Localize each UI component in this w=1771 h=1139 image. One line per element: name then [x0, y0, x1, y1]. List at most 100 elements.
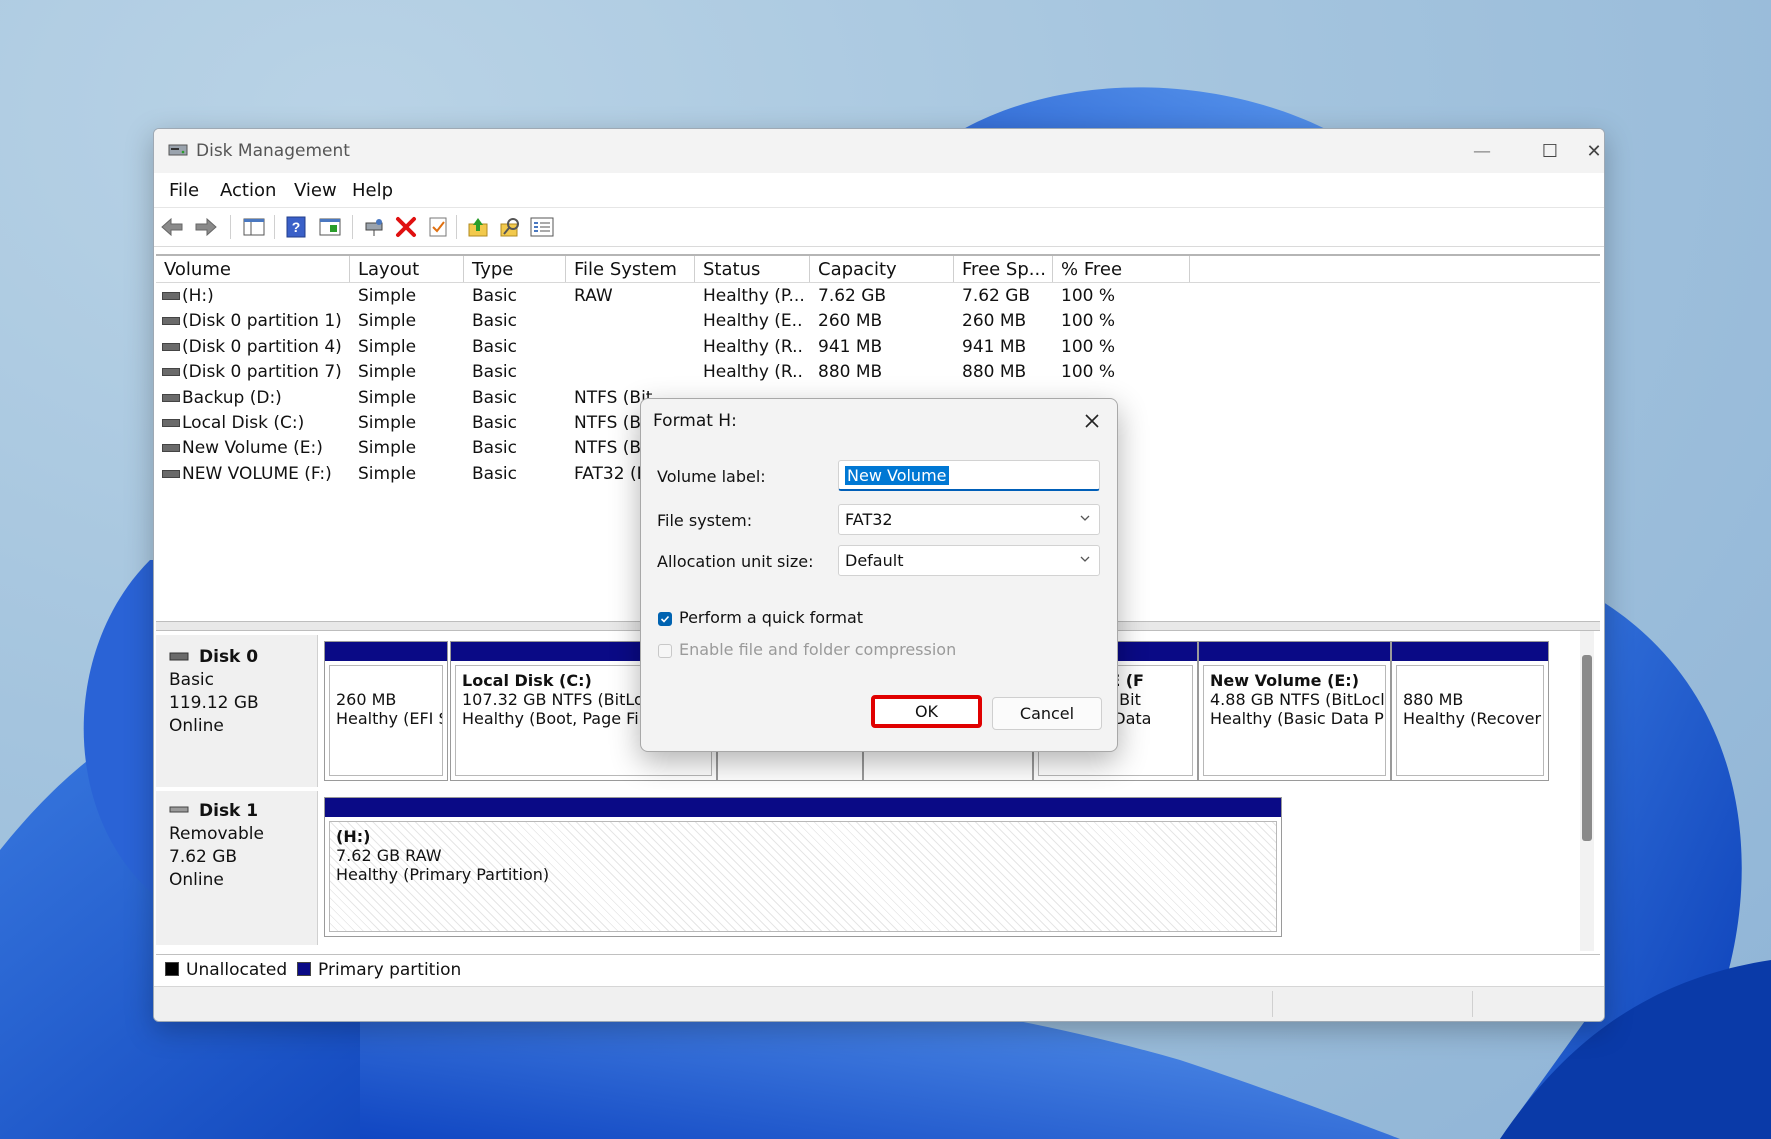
- toolbar-separator: [274, 215, 275, 239]
- forward-button[interactable]: [194, 216, 218, 238]
- close-button[interactable]: ✕: [1584, 129, 1604, 173]
- partition-status: Healthy (EFI S: [336, 709, 443, 728]
- toolbar-separator: [456, 215, 457, 239]
- chevron-down-icon: [1080, 556, 1090, 562]
- column-header-layout[interactable]: Layout: [350, 256, 464, 282]
- table-cell: NEW VOLUME (F:): [182, 463, 332, 484]
- column-header-percent-free[interactable]: % Free: [1053, 256, 1190, 282]
- back-arrow-icon: [161, 217, 183, 237]
- partition-status: Healthy (Basic Data P: [1210, 709, 1384, 728]
- volume-label-input[interactable]: New Volume: [838, 460, 1100, 491]
- disk-icon: [169, 652, 189, 661]
- compression-checkbox[interactable]: [658, 644, 672, 658]
- chevron-down-icon: [1080, 515, 1090, 521]
- table-cell: 260 MB: [818, 311, 883, 332]
- disk-1-label[interactable]: Disk 1 Removable 7.62 GB Online: [156, 791, 318, 945]
- connect-icon: [365, 219, 383, 236]
- forward-arrow-icon: [195, 217, 217, 237]
- upload-button[interactable]: [466, 216, 490, 238]
- volume-icon: [162, 393, 180, 402]
- table-cell: Basic: [472, 336, 518, 357]
- table-cell: Basic: [472, 463, 518, 484]
- table-row[interactable]: (Disk 0 partition 4) Simple Basic Healthy (…: [156, 335, 1600, 360]
- delete-icon: [396, 217, 416, 237]
- column-header-status[interactable]: Status: [695, 256, 810, 282]
- table-cell: RAW: [574, 286, 613, 306]
- column-header-type[interactable]: Type: [464, 256, 566, 282]
- cancel-button[interactable]: Cancel: [992, 697, 1102, 730]
- checklist-button[interactable]: [426, 216, 450, 238]
- partition-bar: [325, 642, 447, 661]
- disk-0-label[interactable]: Disk 0 Basic 119.12 GB Online: [156, 635, 318, 787]
- column-header-free-space[interactable]: Free Sp...: [954, 256, 1053, 282]
- table-row[interactable]: (H:) Simple Basic RAW Healthy (P... 7.62 GB 7.…: [156, 284, 1600, 309]
- menu-file[interactable]: File: [169, 180, 199, 201]
- table-cell: Basic: [472, 387, 518, 408]
- maximize-icon: ☐: [1541, 140, 1559, 162]
- quick-format-checkbox[interactable]: [658, 612, 672, 626]
- help-button[interactable]: ?: [284, 216, 308, 238]
- column-header-volume[interactable]: Volume: [156, 256, 350, 282]
- table-cell: 941 MB: [962, 336, 1027, 357]
- legend-swatch-primary: [297, 962, 311, 976]
- menu-view[interactable]: View: [294, 180, 337, 201]
- status-divider: [1472, 991, 1473, 1017]
- ok-button[interactable]: OK: [871, 695, 982, 728]
- allocation-unit-select[interactable]: Default: [838, 545, 1100, 576]
- column-header-capacity[interactable]: Capacity: [810, 256, 954, 282]
- minimize-button[interactable]: —: [1448, 129, 1516, 173]
- dialog-close-button[interactable]: [1077, 406, 1107, 436]
- table-row[interactable]: (Disk 0 partition 7) Simple Basic Healthy (…: [156, 360, 1600, 385]
- table-cell: New Volume (E:): [182, 438, 323, 459]
- toolbar-separator: [230, 215, 231, 239]
- table-cell: (Disk 0 partition 7): [182, 362, 342, 383]
- disk-management-icon: [168, 144, 188, 156]
- volume-icon: [162, 342, 180, 351]
- disk-0-type: Basic: [169, 670, 215, 690]
- back-button[interactable]: [160, 216, 184, 238]
- file-system-caption: File system:: [657, 511, 753, 530]
- title-bar[interactable]: Disk Management — ☐ ✕: [154, 129, 1604, 173]
- partition-bar: [1392, 642, 1548, 661]
- file-system-select[interactable]: FAT32: [838, 504, 1100, 535]
- allocation-unit-value: Default: [845, 551, 904, 570]
- disk-0-partition-e[interactable]: New Volume (E:) 4.88 GB NTFS (BitLocl He…: [1198, 641, 1391, 781]
- scrollbar-thumb[interactable]: [1582, 655, 1592, 841]
- disk-1-type: Removable: [169, 824, 264, 844]
- disk-1-partition-h[interactable]: (H:) 7.62 GB RAW Healthy (Primary Partit…: [324, 797, 1282, 937]
- table-cell: Simple: [358, 362, 417, 383]
- properties-button[interactable]: [318, 216, 342, 238]
- checkmark-icon: [660, 615, 670, 623]
- table-cell: Local Disk (C:): [182, 413, 305, 433]
- console-tree-button[interactable]: [242, 216, 266, 238]
- table-cell: Basic: [472, 286, 518, 306]
- delete-button[interactable]: [394, 216, 418, 238]
- table-cell: 100 %: [1061, 311, 1116, 332]
- disk-0-partition-1[interactable]: 260 MB Healthy (EFI S: [324, 641, 448, 781]
- table-cell: Basic: [472, 413, 518, 433]
- partition-status: Healthy (Primary Partition): [336, 865, 550, 884]
- table-cell: 7.62 GB: [962, 286, 1031, 306]
- toolbar-separator: [352, 215, 353, 239]
- table-row[interactable]: (Disk 0 partition 1) Simple Basic Healthy (…: [156, 309, 1600, 334]
- disk-0-state: Online: [169, 716, 224, 736]
- disk-icon: [169, 806, 189, 813]
- legend-label-primary: Primary partition: [318, 960, 462, 980]
- menu-help[interactable]: Help: [352, 180, 393, 201]
- window-title: Disk Management: [196, 141, 350, 161]
- table-cell: Simple: [358, 311, 417, 332]
- volume-label-value: New Volume: [845, 466, 949, 485]
- search-button[interactable]: [498, 216, 522, 238]
- table-cell: Healthy (E...: [703, 311, 803, 332]
- menu-action[interactable]: Action: [220, 180, 276, 201]
- quick-format-label[interactable]: Perform a quick format: [679, 608, 863, 627]
- column-header-file-system[interactable]: File System: [566, 256, 695, 282]
- volume-icon: [162, 317, 180, 326]
- connect-button[interactable]: [362, 216, 386, 238]
- maximize-button[interactable]: ☐: [1516, 129, 1584, 173]
- allocation-unit-caption: Allocation unit size:: [657, 552, 814, 571]
- disk-0-partition-7[interactable]: 880 MB Healthy (Recover: [1391, 641, 1549, 781]
- table-cell: 100 %: [1061, 336, 1116, 357]
- graph-vertical-scrollbar[interactable]: [1580, 631, 1594, 951]
- view-list-button[interactable]: [530, 216, 554, 238]
